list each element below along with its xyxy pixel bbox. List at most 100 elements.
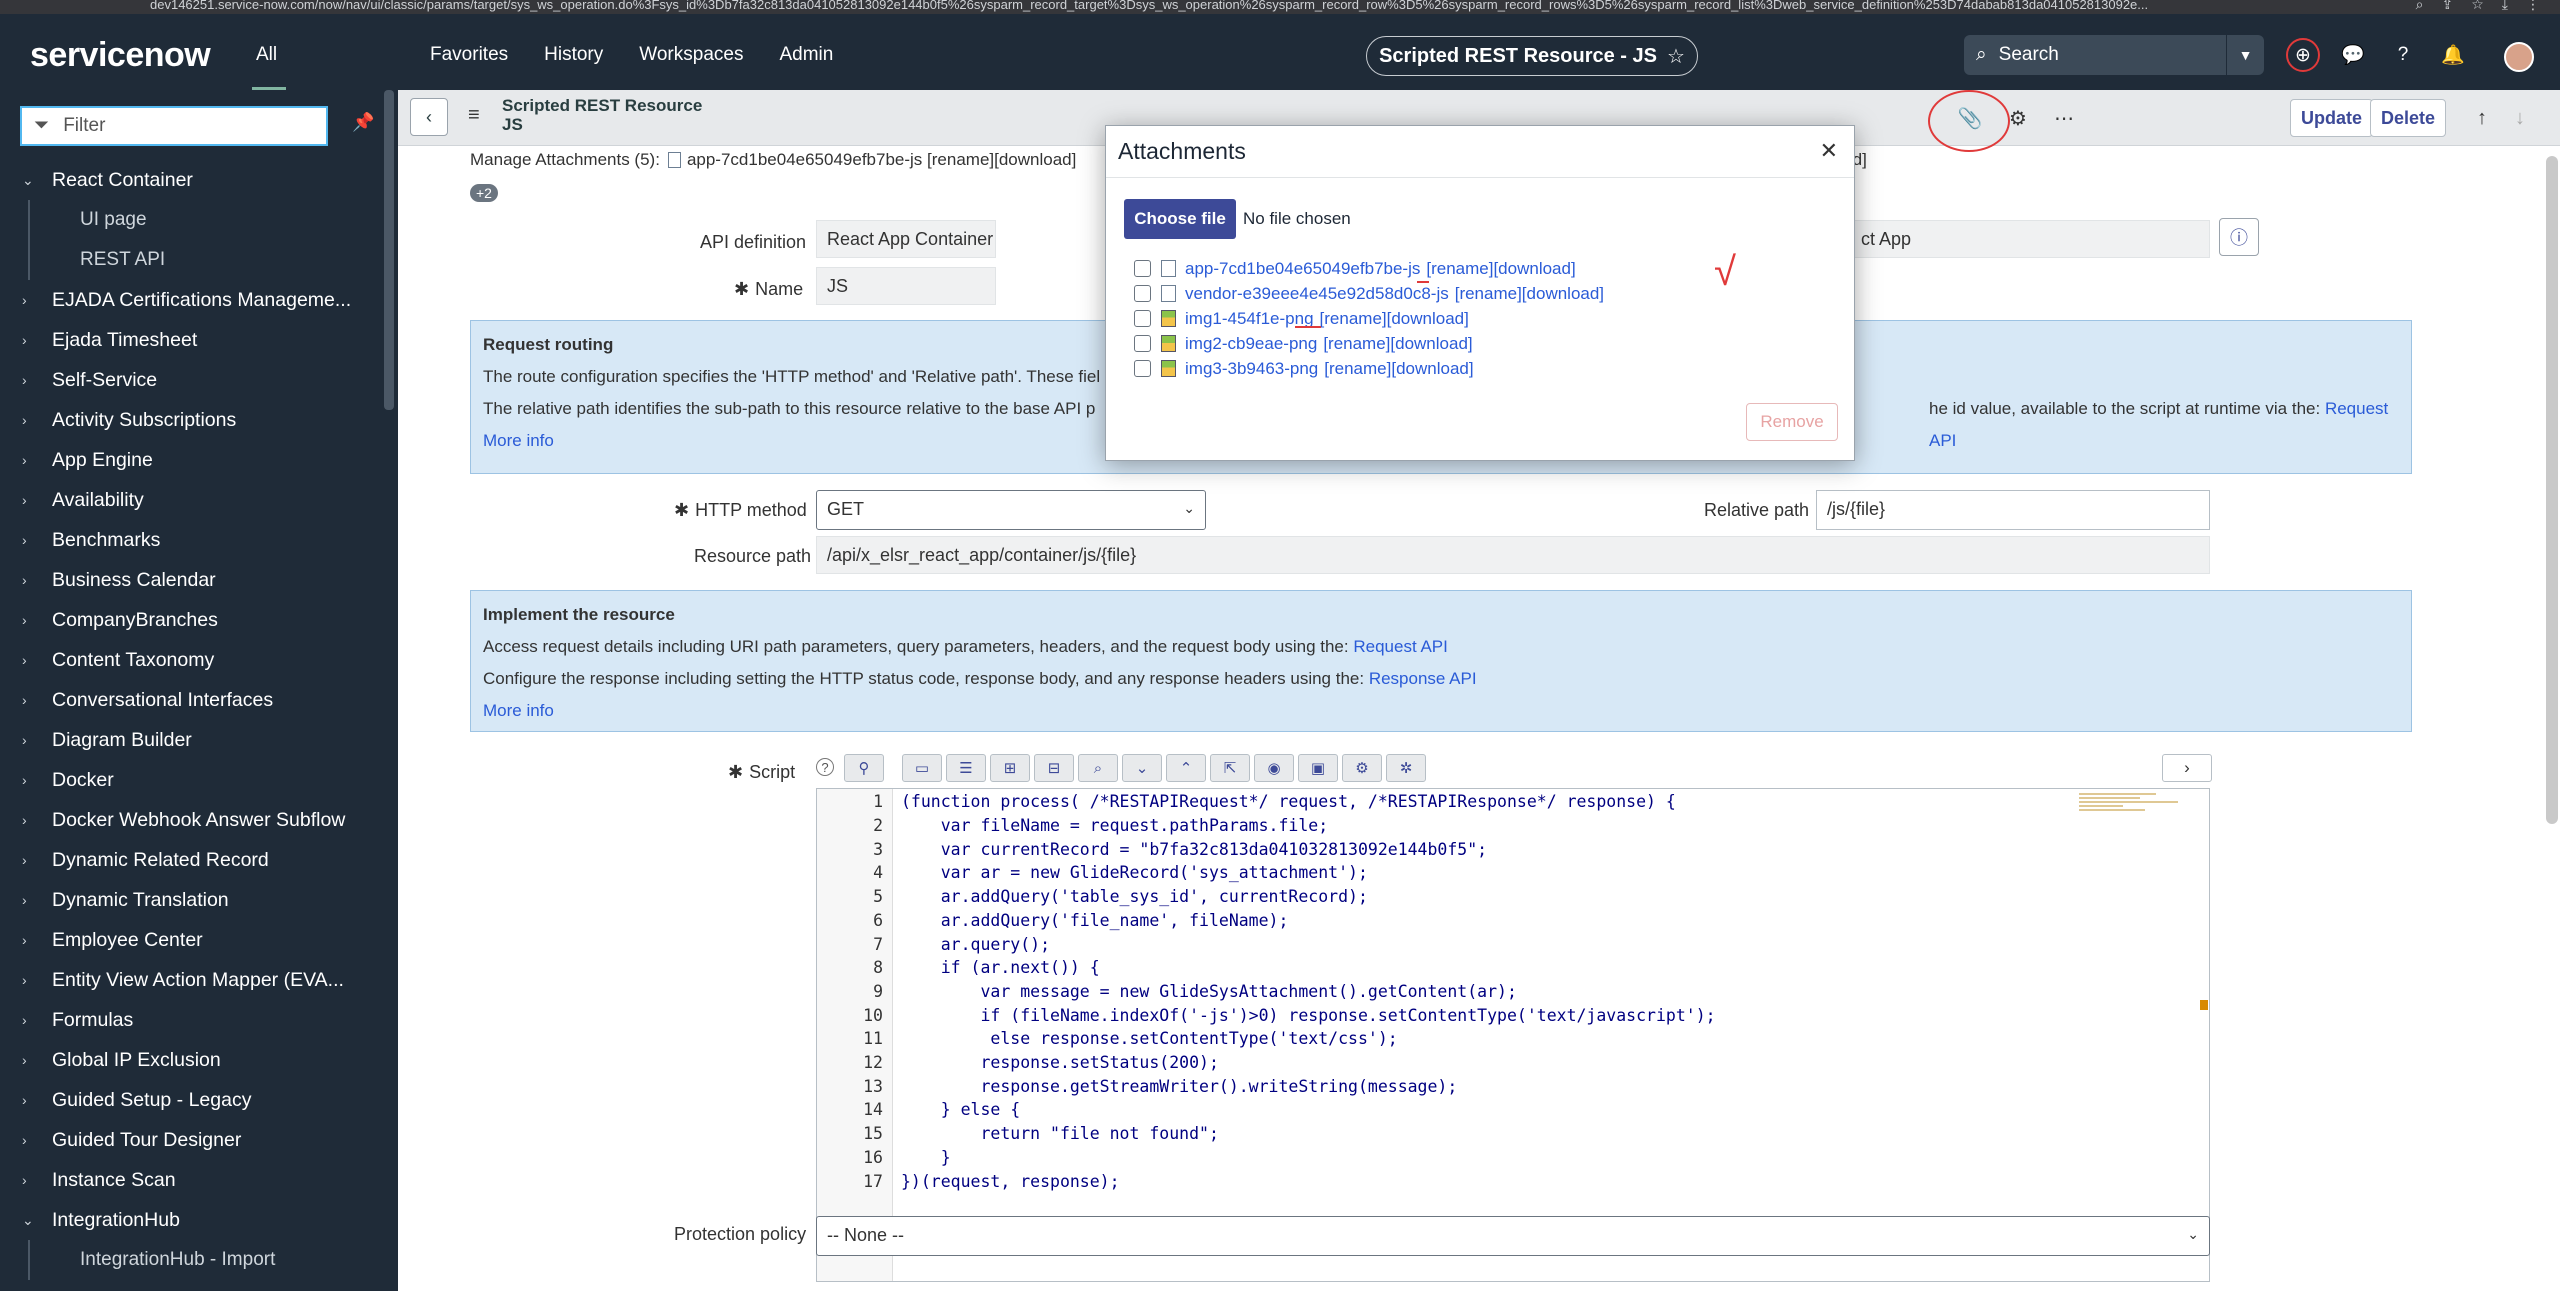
user-avatar[interactable] [2504,42,2534,72]
delete-button[interactable]: Delete [2370,99,2447,137]
help-circle-icon[interactable]: ◉ [1254,754,1294,782]
name-field[interactable]: JS [816,267,996,305]
star-favorite-icon[interactable]: ☆ [1667,44,1685,69]
sidebar-item[interactable]: › Employee Center [0,920,382,960]
chevron-right-icon[interactable]: › [22,492,52,508]
nav-all[interactable]: All [256,44,277,66]
attachment-actions-link[interactable]: [rename][download] [1323,334,1472,354]
code-line[interactable]: 12 response.setStatus(200); [817,1051,2209,1075]
chevron-right-icon[interactable]: › [22,732,52,748]
menu-icon[interactable]: ⋮ [2526,0,2540,13]
next-record-icon[interactable]: ↓ [2504,102,2536,134]
manage-attachments-label[interactable]: Manage Attachments (5): [470,150,660,169]
sidebar-item[interactable]: › Guided Tour Designer [0,1120,382,1160]
resource-path-field[interactable]: /api/x_elsr_react_app/container/js/{file… [816,536,2210,574]
pin-icon[interactable]: 📌 [352,112,374,133]
chevron-right-icon[interactable]: › [22,652,52,668]
save-icon[interactable]: ▣ [1298,754,1338,782]
browser-url[interactable]: dev146251.service-now.com/now/nav/ui/cla… [150,0,2148,12]
chevron-right-icon[interactable]: › [22,772,52,788]
attachment-actions-link[interactable]: [rename][download] [1426,259,1575,279]
attachment-actions-link[interactable]: [rename][download] [1320,309,1469,329]
close-icon[interactable]: ✕ [1820,138,1838,164]
navigator-scrollbar[interactable] [384,90,394,410]
fullscreen-icon[interactable]: ⇱ [1210,754,1250,782]
form-scrollbar[interactable] [2546,156,2558,824]
chevron-right-icon[interactable]: › [22,892,52,908]
chevron-right-icon[interactable]: › [22,852,52,868]
attachment-actions-link[interactable]: [rename][download] [1455,284,1604,304]
chevron-right-icon[interactable]: › [22,292,52,308]
nav-workspaces[interactable]: Workspaces [639,44,743,66]
code-line[interactable]: 17})(request, response); [817,1169,2209,1193]
sidebar-item[interactable]: ⌄ IntegrationHub [0,1200,382,1240]
servicenow-logo[interactable]: servicenow [30,36,211,75]
chevron-right-icon[interactable]: › [22,1052,52,1068]
protection-policy-select[interactable]: -- None -- ⌄ [816,1216,2210,1256]
info-icon[interactable]: ⓘ [2219,218,2259,256]
attachment-checkbox[interactable] [1134,310,1151,327]
chevron-right-icon[interactable]: › [22,332,52,348]
sidebar-item[interactable]: › CompanyBranches [0,600,382,640]
code-line[interactable]: 8 if (ar.next()) { [817,956,2209,980]
attachment-checkbox[interactable] [1134,360,1151,377]
sidebar-subitem[interactable]: IntegrationHub - Import [28,1240,382,1280]
script-debug-icon[interactable]: ⚲ [844,754,884,782]
notification-bell-icon[interactable]: 🔔 [2436,38,2470,72]
chevron-right-icon[interactable]: › [22,932,52,948]
code-line[interactable]: 6 ar.addQuery('file_name', fileName); [817,909,2209,933]
sidebar-item[interactable]: › Activity Subscriptions [0,400,382,440]
sidebar-item[interactable]: › Formulas [0,1000,382,1040]
sidebar-item[interactable]: › EJADA Certifications Manageme... [0,280,382,320]
context-menu-icon[interactable]: ≡ [468,104,480,127]
attachment-actions-link[interactable]: [rename][download] [1324,359,1473,379]
settings-icon[interactable]: ✲ [1386,754,1426,782]
sidebar-item[interactable]: › Diagram Builder [0,720,382,760]
remove-button[interactable]: Remove [1746,403,1838,441]
find-next-icon[interactable]: ⌄ [1122,754,1162,782]
attachment-name-link[interactable]: img3-3b9463-png [1185,359,1318,379]
chevron-right-icon[interactable]: › [22,1092,52,1108]
chevron-down-icon[interactable]: ⌄ [22,172,52,189]
code-line[interactable]: 5 ar.addQuery('table_sys_id', currentRec… [817,885,2209,909]
code-line[interactable]: 13 response.getStreamWriter().writeStrin… [817,1074,2209,1098]
sidebar-item[interactable]: › Instance Scan [0,1160,382,1200]
sidebar-item[interactable]: › Content Taxonomy [0,640,382,680]
chevron-right-icon[interactable]: › [22,972,52,988]
sidebar-item[interactable]: › Business Calendar [0,560,382,600]
chat-icon[interactable]: 💬 [2336,38,2370,72]
code-line[interactable]: 7 ar.query(); [817,932,2209,956]
chevron-right-icon[interactable]: › [22,1172,52,1188]
sidebar-item[interactable]: › Dynamic Translation [0,880,382,920]
format-icon[interactable]: ☰ [946,754,986,782]
code-line[interactable]: 3 var currentRecord = "b7fa32c813da04103… [817,837,2209,861]
sidebar-subitem[interactable]: REST API [28,240,382,280]
zoom-icon[interactable]: ⌕ [2416,0,2424,13]
star-icon[interactable]: ☆ [2471,0,2484,13]
download-icon[interactable]: ⤓ [2502,0,2508,13]
relative-path-field[interactable]: /js/{file} [1816,490,2210,530]
manage-first-file[interactable]: app-7cd1be04e65049efb7be-js [rename][dow… [687,150,1076,169]
nav-admin[interactable]: Admin [779,44,833,66]
code-line[interactable]: 1 (function process( /*RESTAPIRequest*/ r… [817,790,2209,814]
globe-icon[interactable]: ⊕ [2286,38,2320,72]
http-method-select[interactable]: GET ⌄ [816,490,1206,530]
global-search-input[interactable]: ⌕ Search [1964,35,2226,75]
routing-more-info-link[interactable]: More info [483,431,554,450]
response-api-link[interactable]: Response API [1369,669,1477,688]
help-icon[interactable]: ? [816,758,834,776]
code-line[interactable]: 11 else response.setContentType('text/cs… [817,1027,2209,1051]
chevron-right-icon[interactable]: › [22,1132,52,1148]
code-line[interactable]: 9 var message = new GlideSysAttachment()… [817,980,2209,1004]
chevron-right-icon[interactable]: › [22,692,52,708]
chevron-right-icon[interactable]: › [22,812,52,828]
chevron-right-icon[interactable]: › [22,612,52,628]
toggle-syntax-icon[interactable]: ⊞ [990,754,1030,782]
update-button[interactable]: Update [2290,99,2374,137]
sidebar-item[interactable]: › Availability [0,480,382,520]
sidebar-item[interactable]: › Conversational Interfaces [0,680,382,720]
code-line[interactable]: 2 var fileName = request.pathParams.file… [817,814,2209,838]
previous-record-icon[interactable]: ↑ [2466,102,2498,134]
attachment-name-link[interactable]: img2-cb9eae-png [1185,334,1317,354]
share-icon[interactable]: ⇪ [2442,0,2454,13]
